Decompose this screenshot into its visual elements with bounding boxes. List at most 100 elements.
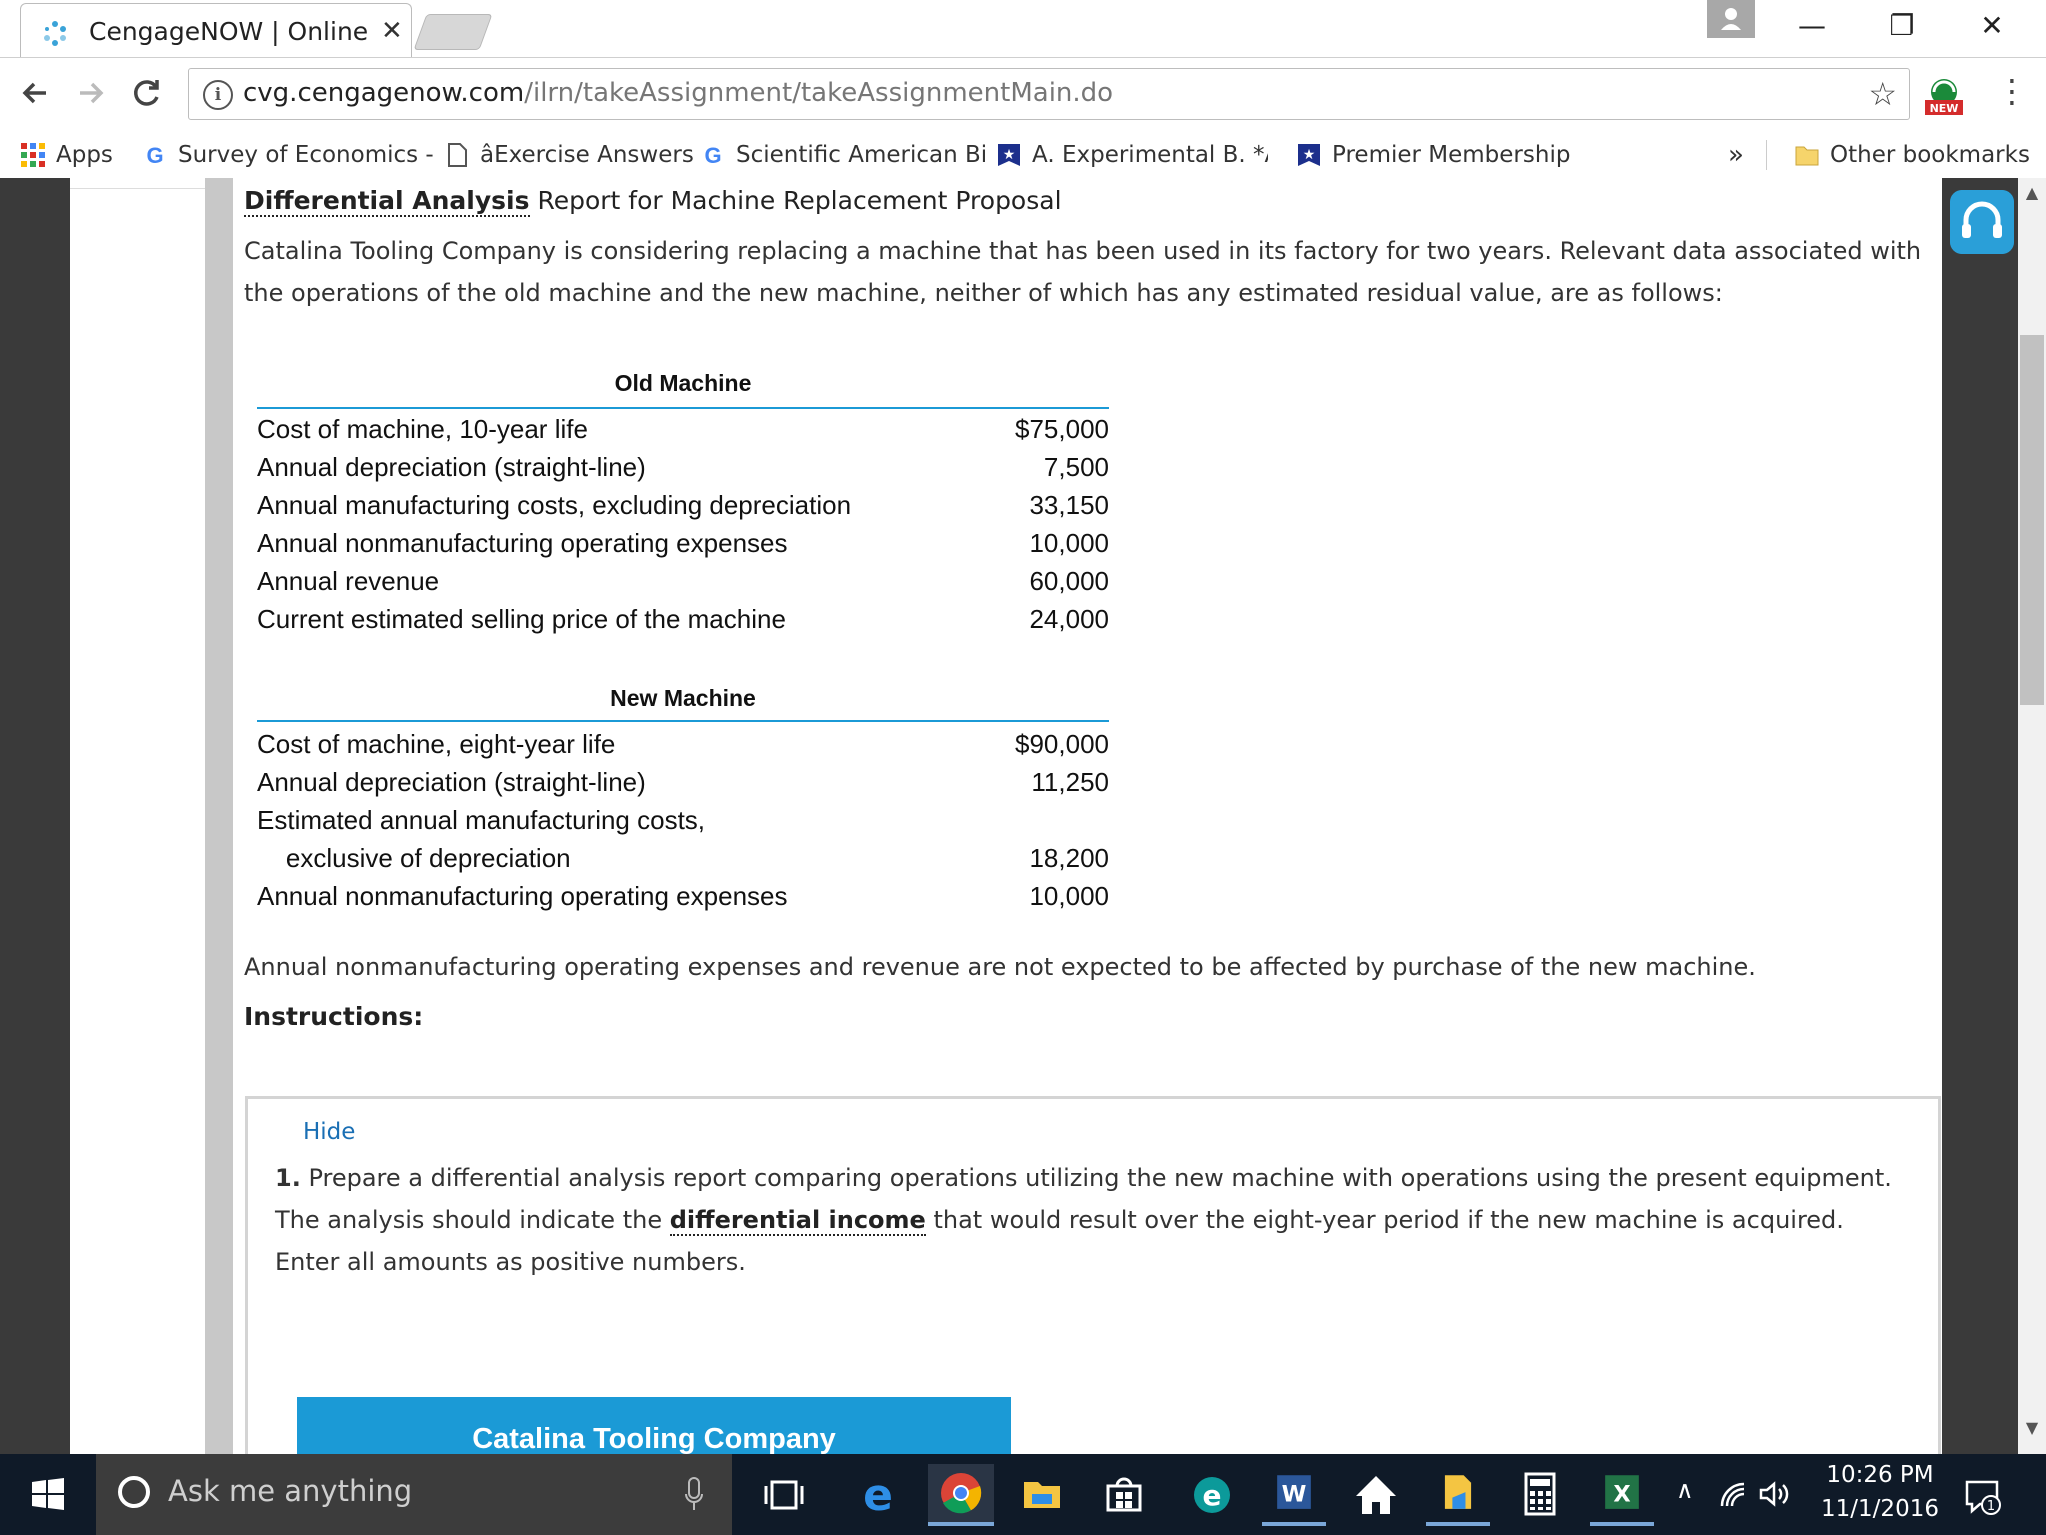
assignment-content: Differential Analysis Report for Machine… [233,178,1942,1454]
extension-new-icon[interactable]: NEW [1924,76,1964,116]
windows-start-icon[interactable] [30,1476,66,1512]
report-company-header: Catalina Tooling Company [297,1397,1011,1454]
new-machine-caption: New Machine [610,685,756,711]
old-machine-table: Cost of machine, 10-year life $75,000 Ann… [257,410,1109,638]
back-button[interactable] [16,73,56,113]
address-bar[interactable]: i cvg.cengagenow.com/ilrn/takeAssignment… [188,68,1910,120]
glossary-term-differential-income[interactable]: differential income [669,1206,926,1236]
tab-title: CengageNOW | Online te [89,17,373,46]
other-bookmarks[interactable]: Other bookmarks [1794,138,2030,172]
person-icon [1721,8,1741,30]
minimize-button[interactable]: — [1782,4,1842,48]
svg-text:NEW: NEW [1930,102,1959,115]
scroll-up-arrow-icon[interactable]: ▲ [2018,183,2046,202]
browser-titlebar: CengageNOW | Online te ✕ — ❐ ✕ [0,0,2046,58]
bookmarks-divider [1766,140,1767,170]
bookmark-experimental[interactable]: ★ A. Experimental B. *Ar [996,138,1268,172]
file-explorer-icon[interactable] [1010,1464,1074,1526]
action-center-icon[interactable]: 1 [1962,1476,2002,1516]
table-row: Annual revenue 60,000 [257,565,1109,596]
bookmark-exercise-answers[interactable]: âExercise Answers [444,138,694,172]
page-viewport: Differential Analysis Report for Machine… [0,178,2046,1454]
info-icon[interactable]: i [203,80,233,110]
browser-toolbar: i cvg.cengagenow.com/ilrn/takeAssignment… [0,57,2046,133]
page-icon [448,143,467,167]
note-paragraph: Annual nonmanufacturing operating expens… [244,953,1756,981]
e-app-icon[interactable]: e [1180,1464,1244,1526]
page-title: Differential Analysis Report for Machine… [244,186,1062,217]
bookmarks-overflow-button[interactable]: » [1728,138,1744,172]
browser-tab[interactable]: CengageNOW | Online te ✕ [20,3,412,58]
hide-link[interactable]: Hide [303,1119,355,1145]
table-row: Annual manufacturing costs, excluding de… [257,489,1109,520]
page-dark-margin-right [1942,178,2018,1454]
svg-text:★: ★ [1003,147,1016,163]
scrollbar-thumb[interactable] [2020,335,2044,705]
url-text[interactable]: cvg.cengagenow.com/ilrn/takeAssignment/t… [243,78,1113,108]
task-view-icon[interactable] [752,1464,816,1526]
scroll-down-arrow-icon[interactable]: ▼ [2018,1418,2046,1437]
word-icon[interactable]: W [1262,1464,1326,1526]
google-g-icon: G [704,143,721,168]
home-icon[interactable] [1344,1464,1408,1526]
svg-text:e: e [1203,1479,1222,1512]
bookmark-scientific-american[interactable]: G Scientific American Bi [700,138,987,172]
calculator-icon[interactable] [1508,1464,1572,1526]
google-g-icon: G [146,143,163,168]
bookmark-survey-of-economics[interactable]: G Survey of Economics - [142,138,433,172]
volume-icon[interactable] [1758,1480,1792,1508]
table-row: Current estimated selling price of the m… [257,603,1109,634]
forward-arrow-icon [80,82,104,104]
taskbar-chrome[interactable] [928,1464,994,1526]
back-arrow-icon [22,82,46,104]
table-row: Cost of machine, eight-year life $90,000 [257,728,1109,759]
chrome-menu-icon[interactable]: ⋮ [1996,72,2028,110]
restore-button[interactable]: ❐ [1872,4,1932,48]
svg-text:G: G [146,143,163,168]
wifi-icon[interactable] [1718,1480,1748,1508]
headset-support-icon[interactable] [1950,190,2014,254]
tab-close-icon[interactable]: ✕ [381,16,403,46]
table-row: exclusive of depreciation 18,200 [257,842,1109,873]
svg-text:W: W [1282,1481,1307,1507]
cengage-favicon-icon [44,21,66,46]
table-row: Annual nonmanufacturing operating expens… [257,527,1109,558]
folder-app-icon[interactable] [1426,1464,1490,1526]
svg-text:X: X [1613,1481,1630,1507]
intro-paragraph: Catalina Tooling Company is considering … [244,237,1922,307]
excel-icon[interactable]: X [1590,1464,1654,1526]
reload-icon [134,80,159,106]
windows-taskbar: Ask me anything e e W X ∧ 10:26 PM 11/1/… [0,1454,2046,1535]
bookmarks-bar: Apps G Survey of Economics - âExercise A… [0,132,2046,179]
old-machine-caption: Old Machine [614,370,752,396]
page-scrollbar[interactable]: ▲ ▼ [2018,178,2046,1454]
search-placeholder: Ask me anything [168,1474,413,1508]
table-row: Annual depreciation (straight-line) 7,500 [257,451,1109,482]
forward-button[interactable] [70,73,110,113]
store-icon[interactable] [1092,1464,1156,1526]
taskbar-clock-date[interactable]: 11/1/2016 [1820,1496,1940,1522]
bookmark-star-icon[interactable]: ☆ [1868,75,1897,113]
microphone-icon[interactable] [684,1474,704,1514]
taskbar-clock-time[interactable]: 10:26 PM [1820,1462,1940,1488]
instruction-number: 1. [275,1164,301,1192]
close-window-button[interactable]: ✕ [1962,4,2022,48]
star-badge-icon: ★ [1298,144,1320,166]
folder-icon [1795,146,1819,166]
user-profile-button[interactable] [1707,0,1755,38]
instructions-panel: Hide 1. Prepare a differential analysis … [245,1096,1941,1454]
new-machine-rule [257,720,1109,722]
tray-chevron-icon[interactable]: ∧ [1676,1476,1694,1504]
edge-browser-icon[interactable]: e [846,1464,910,1526]
content-gutter [205,178,233,1454]
svg-text:★: ★ [1303,147,1316,163]
glossary-term-differential-analysis[interactable]: Differential Analysis [244,186,530,217]
bookmark-premier-membership[interactable]: ★ Premier Membership [1296,138,1570,172]
star-badge-icon: ★ [998,144,1020,166]
reload-button[interactable] [126,73,166,113]
assignment-sidebar [70,178,206,1454]
cortana-search-box[interactable]: Ask me anything [96,1454,732,1535]
svg-text:e: e [863,1470,893,1521]
new-tab-button[interactable] [413,14,493,50]
bookmark-apps[interactable]: Apps [20,138,113,172]
